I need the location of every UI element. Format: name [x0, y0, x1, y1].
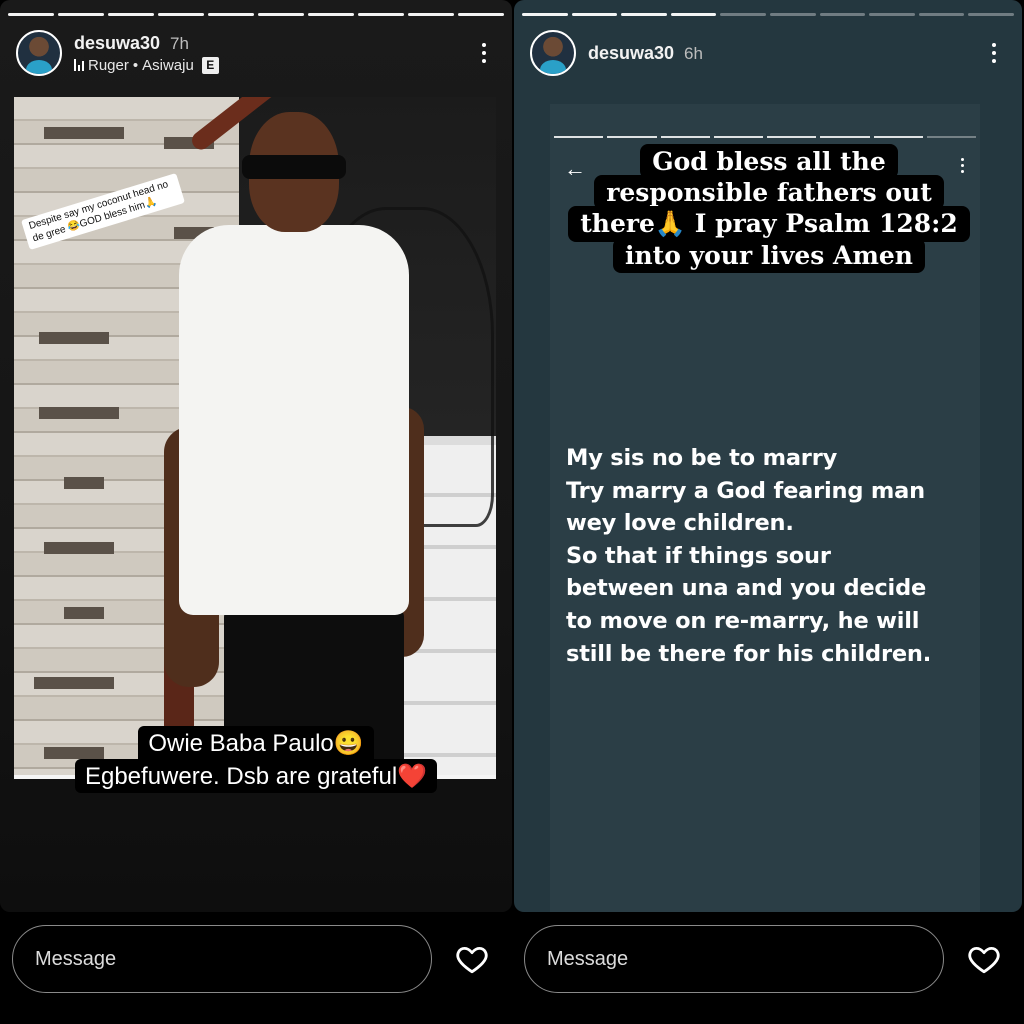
more-options-icon[interactable] [982, 38, 1006, 68]
man-figure [154, 107, 454, 775]
caption-line-1: Owie Baba Paulo😀 [138, 726, 374, 760]
music-attribution[interactable]: Ruger • Asiwaju E [74, 56, 219, 74]
blessing-line-1: God bless all the [640, 144, 898, 179]
blessing-line-2: responsible fathers out [594, 175, 944, 210]
story-viewer[interactable]: desuwa30 7h Ruger • Asiwaju E Despite sa… [0, 0, 512, 912]
heart-icon[interactable] [454, 942, 490, 976]
story-caption: Owie Baba Paulo😀 Egbefuwere. Dsb are gra… [0, 726, 512, 793]
story-header: desuwa30 7h Ruger • Asiwaju E [16, 28, 496, 78]
heart-icon[interactable] [966, 942, 1002, 976]
reply-bar [512, 912, 1024, 1024]
music-artist: Ruger [88, 56, 129, 74]
caption-line-2: Egbefuwere. Dsb are grateful❤️ [74, 759, 438, 793]
reply-bar [0, 912, 512, 1024]
username[interactable]: desuwa30 [74, 33, 160, 54]
username[interactable]: desuwa30 [588, 43, 674, 64]
message-input[interactable] [524, 925, 944, 993]
avatar[interactable] [16, 30, 62, 76]
story-progress-bar [8, 13, 504, 16]
explicit-badge: E [201, 56, 219, 74]
story-header: desuwa30 6h [530, 28, 1006, 78]
avatar[interactable] [530, 30, 576, 76]
story-panel-left: desuwa30 7h Ruger • Asiwaju E Despite sa… [0, 0, 512, 1024]
music-bars-icon [74, 59, 84, 71]
card-progress-bar [554, 136, 976, 138]
story-message-text: My sis no be to marry Try marry a God fe… [566, 445, 932, 667]
story-panel-right: desuwa30 6h ← God bless all the responsi… [512, 0, 1024, 1024]
more-options-icon[interactable] [472, 38, 496, 68]
blessing-line-3: there🙏 I pray Psalm 128:2 [568, 206, 970, 242]
blessing-text: God bless all the responsible fathers ou… [530, 144, 1008, 273]
post-time: 7h [170, 33, 189, 53]
music-separator: • [132, 56, 139, 74]
story-progress-bar [522, 13, 1014, 16]
story-viewer[interactable]: desuwa30 6h ← God bless all the responsi… [514, 0, 1022, 912]
music-title: Asiwaju [142, 56, 194, 74]
blessing-line-4: into your lives Amen [613, 238, 925, 273]
post-time: 6h [684, 43, 703, 63]
message-input[interactable] [12, 925, 432, 993]
